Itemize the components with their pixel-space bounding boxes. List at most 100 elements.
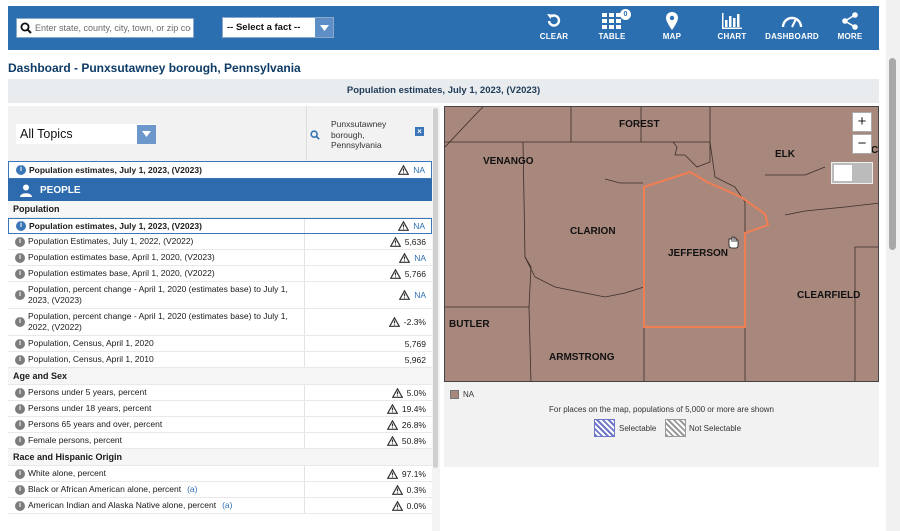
fact-row[interactable]: i White alone, percent 97.1% <box>8 466 432 482</box>
table-button[interactable]: 0 TABLE <box>582 9 642 46</box>
fact-value: 5,766 <box>404 268 426 279</box>
fact-value: 0.0% <box>406 500 426 511</box>
search-input[interactable] <box>35 23 191 33</box>
county-label-clearfield: CLEARFIELD <box>797 290 860 301</box>
table-header: All Topics Punxsutawney borough, Pennsyl… <box>8 106 432 161</box>
zoom-out-button[interactable]: − <box>852 134 872 154</box>
people-label: PEOPLE <box>40 184 81 196</box>
warning-icon[interactable] <box>398 165 410 175</box>
category-race: Race and Hispanic Origin <box>8 449 432 466</box>
info-icon[interactable]: i <box>15 484 25 495</box>
info-icon[interactable]: i <box>16 165 26 175</box>
warning-icon[interactable] <box>386 419 398 430</box>
warning-icon[interactable] <box>389 236 401 247</box>
location-search[interactable] <box>16 18 194 38</box>
map-note: For places on the map, populations of 5,… <box>548 405 775 414</box>
warning-icon[interactable] <box>386 468 398 479</box>
fact-label: Population estimates base, April 1, 2020… <box>28 252 215 262</box>
info-icon[interactable]: i <box>15 236 25 247</box>
not-selectable-label: Not Selectable <box>689 424 742 433</box>
page-scrollbar[interactable] <box>886 0 900 531</box>
table-scrollbar[interactable] <box>433 108 438 468</box>
info-icon[interactable]: i <box>15 435 25 446</box>
close-icon[interactable]: × <box>415 127 424 136</box>
fact-row[interactable]: i Population, percent change - April 1, 2… <box>8 309 432 336</box>
fact-value: 5,769 <box>404 338 426 349</box>
fact-row[interactable]: i Persons under 5 years, percent 5.0% <box>8 385 432 401</box>
warning-icon[interactable] <box>386 403 398 414</box>
info-icon[interactable]: i <box>15 354 25 365</box>
not-selectable-swatch <box>665 419 686 437</box>
chevron-down-icon[interactable] <box>137 124 156 144</box>
info-icon[interactable]: i <box>15 468 25 479</box>
fact-row[interactable]: i American Indian and Alaska Native alone… <box>8 498 432 514</box>
warning-icon[interactable] <box>388 317 400 327</box>
fact-select[interactable]: -- Select a fact -- <box>222 17 334 38</box>
fact-label: Population estimates base, April 1, 2020… <box>28 268 215 278</box>
warning-icon[interactable] <box>389 268 401 279</box>
zoom-in-button[interactable]: + <box>852 112 872 132</box>
map-button[interactable]: MAP <box>642 10 702 46</box>
county-map[interactable]: FOREST ELK VENANGO CLARION JEFFERSON CLE… <box>444 106 879 382</box>
topics-select[interactable]: All Topics <box>16 124 156 144</box>
fact-value: 0.3% <box>406 484 426 495</box>
warning-icon[interactable] <box>399 252 411 263</box>
more-button[interactable]: MORE <box>820 10 880 46</box>
fact-label: Population, percent change - April 1, 20… <box>28 311 288 332</box>
fact-row[interactable]: i Black or African American alone, percen… <box>8 482 432 498</box>
fact-row[interactable]: i Population, Census, April 1, 2010 5,962 <box>8 352 432 368</box>
warning-icon[interactable] <box>391 500 403 511</box>
fact-label: Population Estimates, July 1, 2022, (V20… <box>28 236 194 246</box>
fact-table-panel: All Topics Punxsutawney borough, Pennsyl… <box>8 106 432 531</box>
clear-button[interactable]: CLEAR <box>524 10 584 46</box>
fact-row[interactable]: i Population estimates base, April 1, 202… <box>8 266 432 282</box>
info-icon[interactable]: i <box>15 403 25 414</box>
fact-value: 50.8% <box>401 435 426 446</box>
fact-select-value: -- Select a fact -- <box>227 22 301 33</box>
map-layer-toggle[interactable] <box>831 162 873 184</box>
county-map-svg[interactable]: FOREST ELK VENANGO CLARION JEFFERSON CLE… <box>445 107 879 382</box>
info-icon[interactable]: i <box>15 252 25 263</box>
warning-icon[interactable] <box>386 435 398 446</box>
fact-value: NA <box>414 290 426 300</box>
warning-icon[interactable] <box>398 221 410 231</box>
info-icon[interactable]: i <box>15 500 25 511</box>
search-icon[interactable] <box>310 127 320 145</box>
fact-value: 5,636 <box>404 236 426 247</box>
chart-button[interactable]: CHART <box>702 10 762 46</box>
fact-row[interactable]: i Population Estimates, July 1, 2022, (V2… <box>8 234 432 250</box>
fact-row[interactable]: i Female persons, percent 50.8% <box>8 433 432 449</box>
footnote-link[interactable]: (a) <box>187 484 197 494</box>
fact-row[interactable]: i Population, percent change - April 1, 2… <box>8 282 432 309</box>
chevron-down-icon[interactable] <box>315 18 333 37</box>
fact-label: Persons under 5 years, percent <box>28 387 147 397</box>
people-section-header[interactable]: PEOPLE <box>8 179 432 201</box>
fact-row[interactable]: i Persons 65 years and over, percent 26.8% <box>8 417 432 433</box>
fact-label: Population estimates, July 1, 2023, (V20… <box>29 220 202 231</box>
info-icon[interactable]: i <box>15 317 25 327</box>
fact-row[interactable]: i Population, Census, April 1, 2020 5,769 <box>8 336 432 352</box>
info-icon[interactable]: i <box>15 387 25 398</box>
fact-row[interactable]: i Population estimates, July 1, 2023, (V2… <box>8 218 432 234</box>
dashboard-label: DASHBOARD <box>765 32 819 41</box>
info-icon[interactable]: i <box>15 268 25 279</box>
info-icon[interactable]: i <box>15 290 25 300</box>
search-icon <box>17 19 35 37</box>
info-icon[interactable]: i <box>15 338 25 349</box>
map-label: MAP <box>662 32 682 41</box>
warning-icon[interactable] <box>391 387 403 398</box>
topics-select-value: All Topics <box>20 127 73 141</box>
grid-icon: 0 <box>582 9 642 32</box>
info-icon[interactable]: i <box>16 221 26 231</box>
dashboard-button[interactable]: DASHBOARD <box>762 10 822 46</box>
warning-icon[interactable] <box>399 290 411 300</box>
fact-label: Persons 65 years and over, percent <box>28 419 163 429</box>
fact-label: Persons under 18 years, percent <box>28 403 152 413</box>
fact-row[interactable]: i Persons under 18 years, percent 19.4% <box>8 401 432 417</box>
selected-fact-row[interactable]: i Population estimates, July 1, 2023, (V2… <box>8 161 432 179</box>
info-icon[interactable]: i <box>15 419 25 430</box>
footnote-link[interactable]: (a) <box>222 500 232 510</box>
fact-row[interactable]: i Population estimates base, April 1, 202… <box>8 250 432 266</box>
warning-icon[interactable] <box>391 484 403 495</box>
top-nav-bar: -- Select a fact -- CLEAR 0 TABLE <box>8 6 879 50</box>
